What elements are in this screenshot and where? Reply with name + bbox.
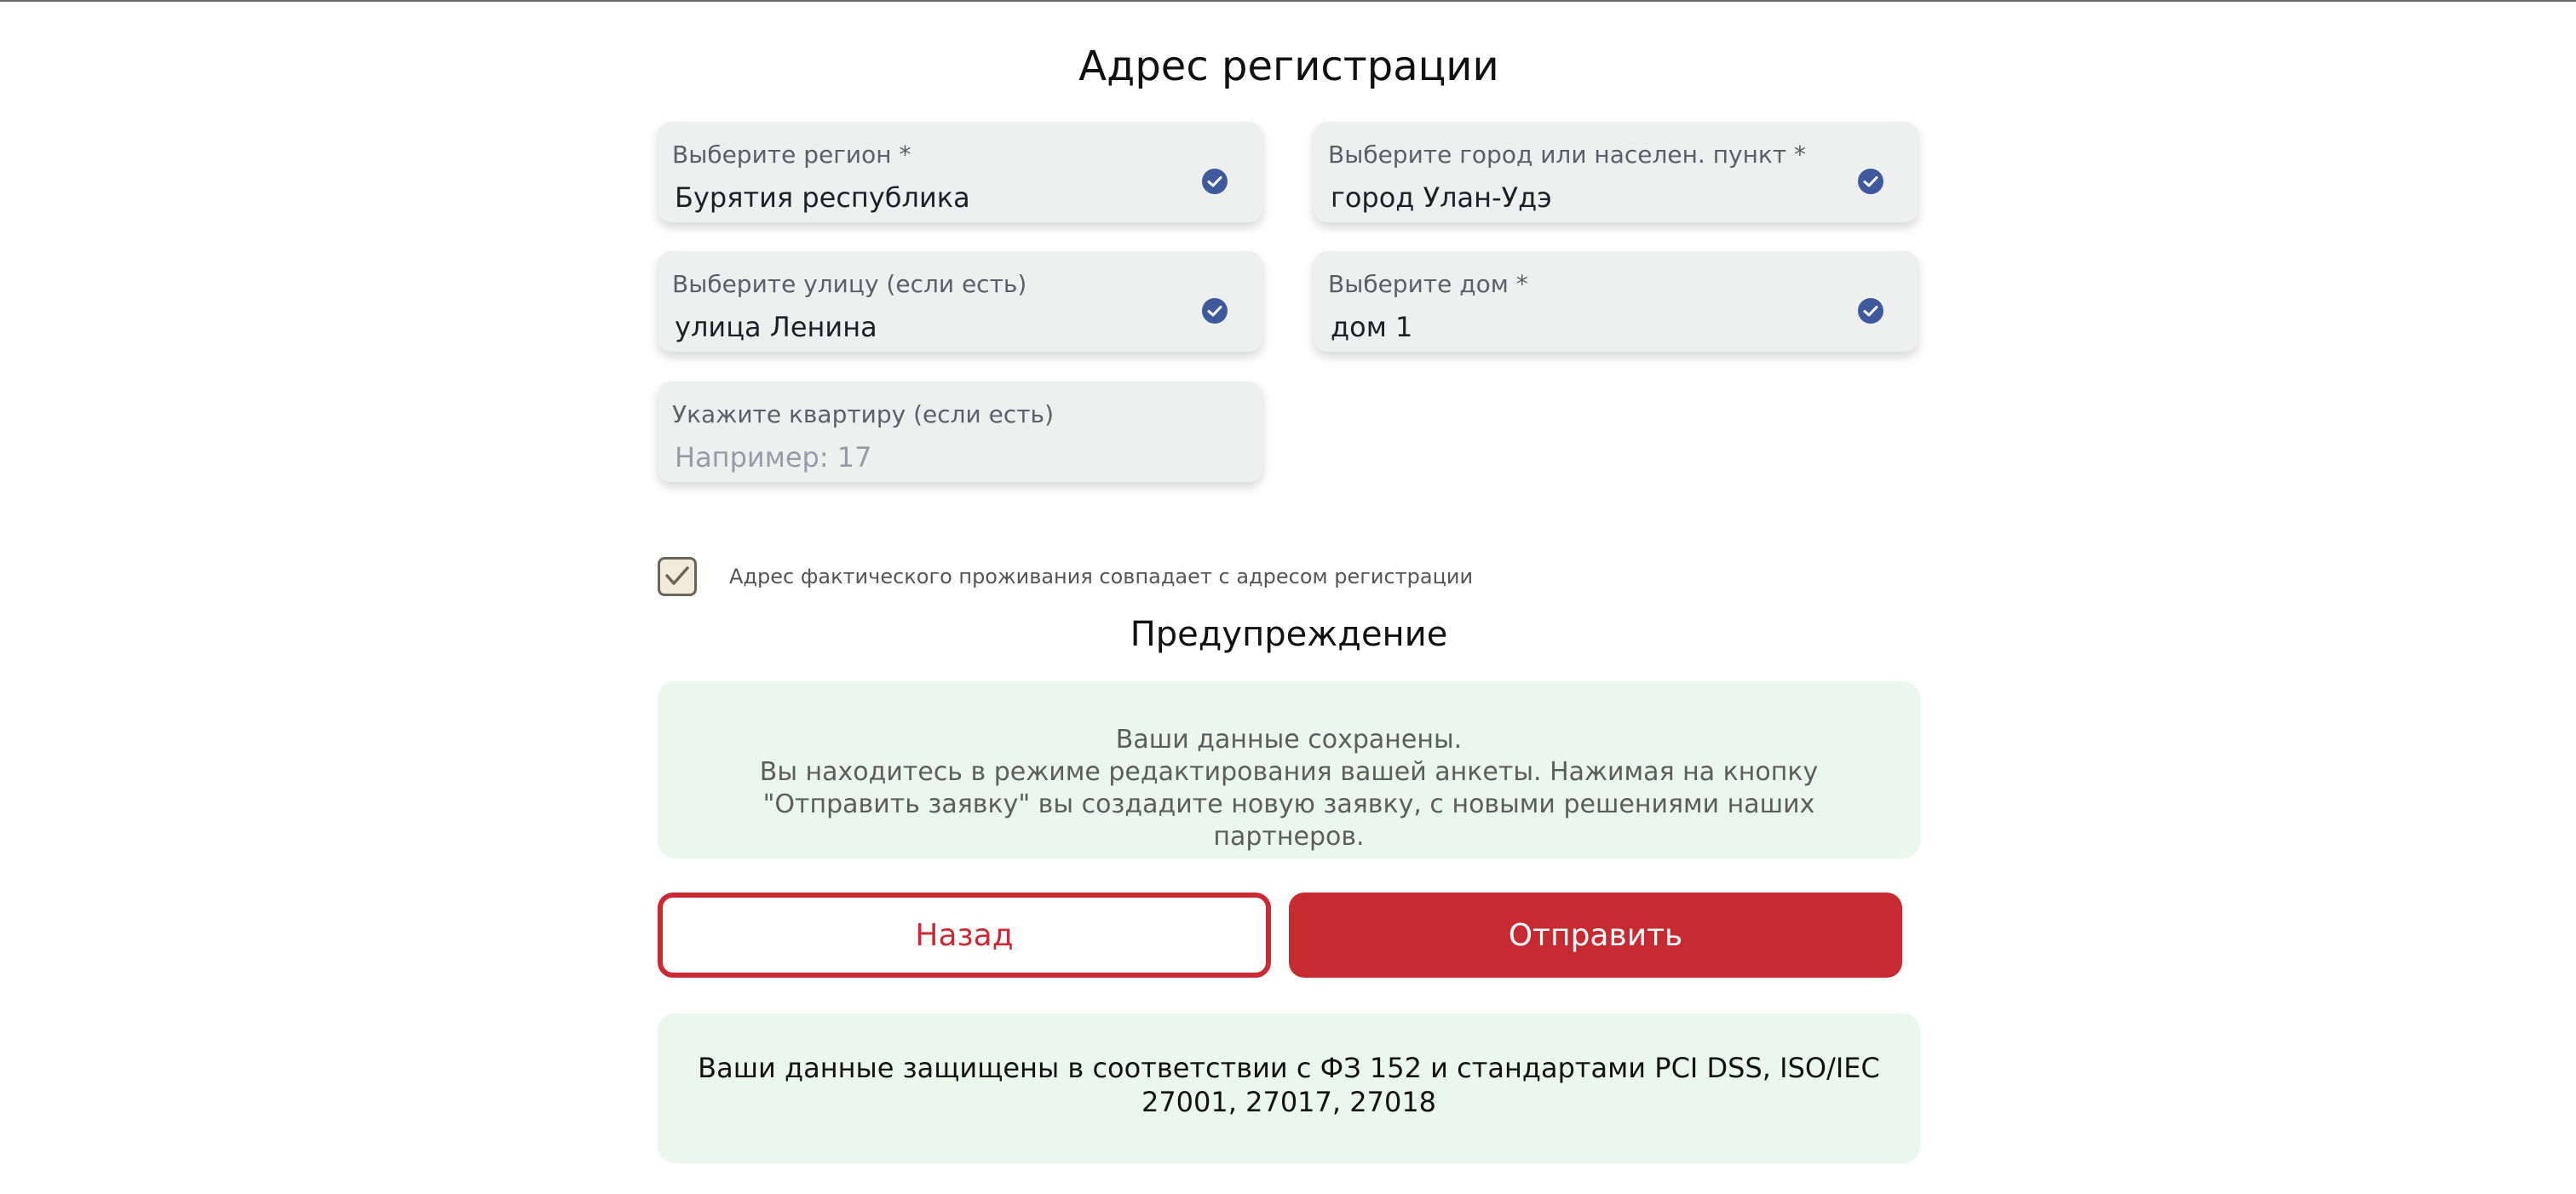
top-divider: [0, 0, 2576, 2]
check-circle-icon: [1202, 169, 1228, 194]
section-title-registration: Адрес регистрации: [1078, 43, 1499, 90]
street-value: улица Ленина: [675, 311, 877, 343]
back-button[interactable]: Назад: [658, 893, 1271, 978]
house-select[interactable]: Выберите дом * дом 1: [1314, 251, 1918, 352]
street-label: Выберите улицу (если есть): [672, 270, 1027, 298]
check-circle-icon: [1858, 169, 1883, 194]
checkmark-icon: [665, 566, 689, 585]
security-notice: Ваши данные защищены в соответствии с ФЗ…: [658, 1013, 1920, 1163]
city-select[interactable]: Выберите город или населен. пункт * горо…: [1314, 122, 1918, 222]
flat-field: Укажите квартиру (если есть): [658, 382, 1262, 482]
region-value: Бурятия республика: [675, 181, 970, 214]
warning-message: Ваши данные сохранены. Вы находитесь в р…: [658, 681, 1920, 858]
check-circle-icon: [1858, 298, 1883, 324]
street-select[interactable]: Выберите улицу (если есть) улица Ленина: [658, 251, 1262, 352]
flat-label: Укажите квартиру (если есть): [672, 400, 1054, 428]
check-circle-icon: [1202, 298, 1228, 324]
city-value: город Улан-Удэ: [1331, 181, 1552, 214]
house-label: Выберите дом *: [1328, 270, 1528, 298]
same-address-option: Адрес фактического проживания совпадает …: [658, 555, 1473, 598]
house-value: дом 1: [1331, 311, 1413, 343]
flat-input[interactable]: [675, 441, 1203, 474]
same-address-label: Адрес фактического проживания совпадает …: [729, 565, 1474, 588]
send-button[interactable]: Отправить: [1289, 893, 1902, 978]
warning-line-editing: Вы находитесь в режиме редактирования ва…: [759, 757, 1819, 852]
city-label: Выберите город или населен. пункт *: [1328, 141, 1807, 169]
region-label: Выберите регион *: [672, 141, 911, 169]
section-title-warning: Предупреждение: [1130, 615, 1448, 654]
warning-line-saved: Ваши данные сохранены.: [1115, 725, 1463, 755]
region-select[interactable]: Выберите регион * Бурятия республика: [658, 122, 1262, 222]
same-address-checkbox[interactable]: [658, 557, 697, 596]
